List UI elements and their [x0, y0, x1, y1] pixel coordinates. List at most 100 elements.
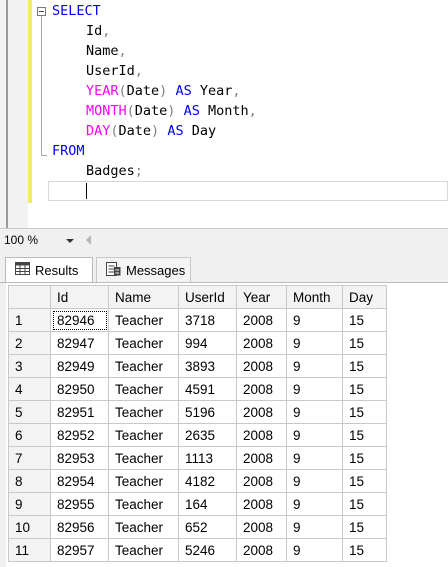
row-number[interactable]: 8 [8, 469, 51, 493]
code-line[interactable] [52, 181, 257, 201]
cell-id[interactable]: 82952 [50, 423, 109, 447]
cell-day[interactable]: 15 [342, 377, 387, 401]
row-number[interactable]: 1 [8, 308, 51, 332]
cell-year[interactable]: 2008 [236, 354, 287, 378]
cell-name[interactable]: Teacher [108, 469, 179, 493]
cell-name[interactable]: Teacher [108, 492, 179, 516]
cell-month[interactable]: 9 [286, 515, 343, 539]
cell-id[interactable]: 82953 [50, 446, 109, 470]
cell-month[interactable]: 9 [286, 469, 343, 493]
code-line[interactable]: UserId, [52, 61, 257, 81]
cell-userid[interactable]: 5196 [178, 400, 237, 424]
cell-month[interactable]: 9 [286, 377, 343, 401]
results-grid[interactable]: Id Name UserId Year Month Day 1 82946 Teac… [0, 282, 448, 567]
table-row[interactable]: 10 82956 Teacher 652 2008 9 15 [8, 515, 387, 539]
cell-month[interactable]: 9 [286, 308, 343, 332]
cell-month[interactable]: 9 [286, 354, 343, 378]
cell-name[interactable]: Teacher [108, 423, 179, 447]
code-line[interactable]: SELECT [52, 1, 257, 21]
cell-month[interactable]: 9 [286, 331, 343, 355]
cell-userid[interactable]: 3718 [178, 308, 237, 332]
cell-name[interactable]: Teacher [108, 377, 179, 401]
cell-year[interactable]: 2008 [236, 515, 287, 539]
cell-year[interactable]: 2008 [236, 469, 287, 493]
cell-name[interactable]: Teacher [108, 354, 179, 378]
cell-month[interactable]: 9 [286, 538, 343, 562]
cell-id[interactable]: 82951 [50, 400, 109, 424]
table-row[interactable]: 4 82950 Teacher 4591 2008 9 15 [8, 377, 387, 401]
table-row[interactable]: 9 82955 Teacher 164 2008 9 15 [8, 492, 387, 516]
table-row[interactable]: 3 82949 Teacher 3893 2008 9 15 [8, 354, 387, 378]
cell-day[interactable]: 15 [342, 308, 387, 332]
code-line[interactable]: Name, [52, 41, 257, 61]
cell-day[interactable]: 15 [342, 538, 387, 562]
cell-userid[interactable]: 5246 [178, 538, 237, 562]
cell-year[interactable]: 2008 [236, 377, 287, 401]
cell-name[interactable]: Teacher [108, 515, 179, 539]
cell-id[interactable]: 82955 [50, 492, 109, 516]
cell-name[interactable]: Teacher [108, 331, 179, 355]
code-line[interactable]: FROM [52, 141, 257, 161]
column-header-month[interactable]: Month [286, 285, 343, 309]
row-number[interactable]: 10 [8, 515, 51, 539]
cell-name[interactable]: Teacher [108, 308, 179, 332]
code-line[interactable]: MONTH(Date) AS Month, [52, 101, 257, 121]
cell-month[interactable]: 9 [286, 423, 343, 447]
code-line[interactable]: DAY(Date) AS Day [52, 121, 257, 141]
cell-day[interactable]: 15 [342, 492, 387, 516]
column-header-name[interactable]: Name [108, 285, 179, 309]
table-row[interactable]: 11 82957 Teacher 5246 2008 9 15 [8, 538, 387, 562]
cell-id[interactable]: 82949 [50, 354, 109, 378]
cell-year[interactable]: 2008 [236, 492, 287, 516]
column-header-day[interactable]: Day [342, 285, 387, 309]
cell-userid[interactable]: 994 [178, 331, 237, 355]
cell-name[interactable]: Teacher [108, 446, 179, 470]
row-number[interactable]: 11 [8, 538, 51, 562]
cell-day[interactable]: 15 [342, 469, 387, 493]
code-line[interactable]: Badges; [52, 161, 257, 181]
cell-month[interactable]: 9 [286, 400, 343, 424]
cell-id[interactable]: 82957 [50, 538, 109, 562]
table-row[interactable]: 7 82953 Teacher 1113 2008 9 15 [8, 446, 387, 470]
table-row[interactable]: 5 82951 Teacher 5196 2008 9 15 [8, 400, 387, 424]
table-row[interactable]: 8 82954 Teacher 4182 2008 9 15 [8, 469, 387, 493]
tab-messages[interactable]: Messages [96, 257, 191, 282]
cell-name[interactable]: Teacher [108, 400, 179, 424]
row-number[interactable]: 5 [8, 400, 51, 424]
table-row[interactable]: 6 82952 Teacher 2635 2008 9 15 [8, 423, 387, 447]
cell-day[interactable]: 15 [342, 400, 387, 424]
cell-userid[interactable]: 1113 [178, 446, 237, 470]
cell-month[interactable]: 9 [286, 492, 343, 516]
chevron-down-icon[interactable] [66, 239, 74, 243]
row-number[interactable]: 4 [8, 377, 51, 401]
cell-userid[interactable]: 652 [178, 515, 237, 539]
cell-day[interactable]: 15 [342, 446, 387, 470]
cell-year[interactable]: 2008 [236, 538, 287, 562]
cell-year[interactable]: 2008 [236, 423, 287, 447]
cell-id[interactable]: 82956 [50, 515, 109, 539]
table-row[interactable]: 1 82946 Teacher 3718 2008 9 15 [8, 308, 387, 332]
cell-id[interactable]: 82950 [50, 377, 109, 401]
cell-id[interactable]: 82954 [50, 469, 109, 493]
query-editor[interactable]: SELECT Id, Name, UserId, YEAR(Date) AS Year,… [0, 0, 448, 228]
cell-month[interactable]: 9 [286, 446, 343, 470]
code-line[interactable]: YEAR(Date) AS Year, [52, 81, 257, 101]
cell-userid[interactable]: 3893 [178, 354, 237, 378]
cell-day[interactable]: 15 [342, 354, 387, 378]
cell-id[interactable]: 82947 [50, 331, 109, 355]
select-all-corner[interactable] [8, 285, 51, 309]
cell-year[interactable]: 2008 [236, 308, 287, 332]
tab-results[interactable]: Results [5, 257, 93, 282]
scroll-left-icon[interactable] [86, 235, 91, 245]
cell-userid[interactable]: 2635 [178, 423, 237, 447]
collapse-icon[interactable] [37, 7, 46, 16]
code-line[interactable]: Id, [52, 21, 257, 41]
row-number[interactable]: 6 [8, 423, 51, 447]
cell-userid[interactable]: 164 [178, 492, 237, 516]
cell-day[interactable]: 15 [342, 331, 387, 355]
row-number[interactable]: 9 [8, 492, 51, 516]
cell-year[interactable]: 2008 [236, 400, 287, 424]
cell-day[interactable]: 15 [342, 423, 387, 447]
cell-year[interactable]: 2008 [236, 446, 287, 470]
table-row[interactable]: 2 82947 Teacher 994 2008 9 15 [8, 331, 387, 355]
